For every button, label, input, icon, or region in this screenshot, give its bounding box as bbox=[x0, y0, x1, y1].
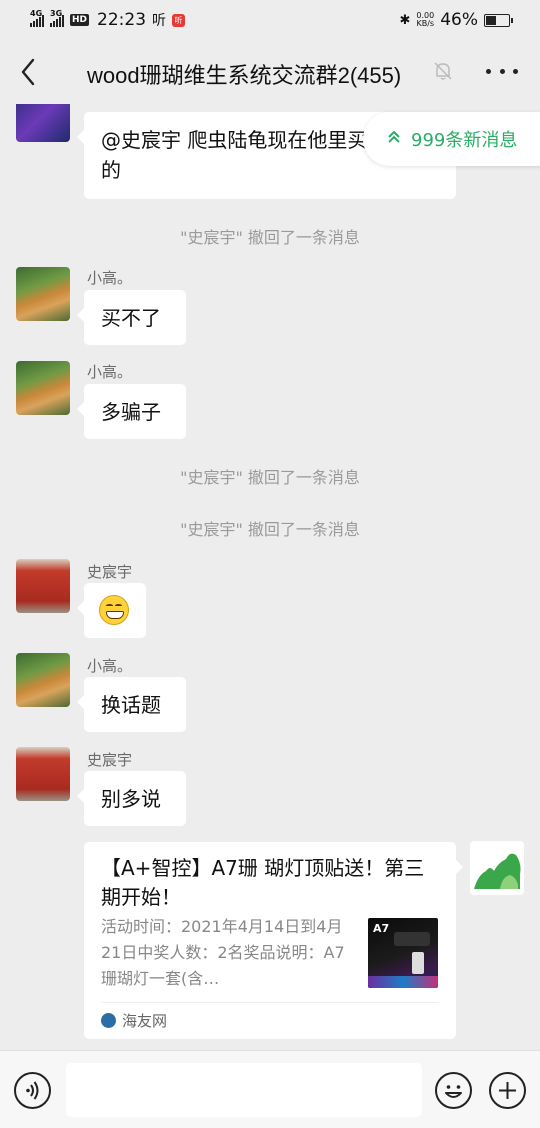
source-logo-icon bbox=[101, 1013, 116, 1028]
fish-tank-avatar[interactable] bbox=[16, 104, 70, 142]
sender-name: 小高。 bbox=[87, 657, 133, 675]
message-text: 别多说 bbox=[101, 787, 161, 811]
message-text: 换话题 bbox=[101, 693, 161, 717]
status-time: 22:23 bbox=[97, 10, 147, 30]
sender-name: 小高。 bbox=[87, 269, 133, 287]
chat-title: wood珊瑚维生系统交流群2(455) bbox=[87, 63, 402, 88]
bluetooth-icon: ✱ bbox=[399, 12, 411, 28]
back-arrow-icon[interactable] bbox=[14, 56, 42, 88]
double-chevron-up-icon bbox=[387, 130, 401, 148]
notification-badge-icon: 听 bbox=[172, 13, 186, 27]
message-bubble[interactable] bbox=[77, 583, 146, 638]
chat-header: wood珊瑚维生系统交流群2(455) bbox=[0, 40, 540, 104]
system-notice: "史宸宇" 撤回了一条消息 bbox=[180, 228, 360, 247]
message-bubble[interactable]: 换话题 bbox=[77, 677, 186, 732]
message-text: 买不了 bbox=[101, 306, 161, 330]
sender-name: 史宸宇 bbox=[87, 563, 133, 581]
app-notification-icon: 听 bbox=[152, 13, 167, 29]
card-description: 活动时间：2021年4月14日到4月21日中奖人数：2名奖品说明：A7珊瑚灯一套… bbox=[101, 917, 345, 988]
card-divider bbox=[101, 1002, 439, 1003]
cat-avatar[interactable] bbox=[16, 653, 70, 707]
status-bar: 4G 3G HD 22:23 听 听 ✱ 0.00 KB/s 46% bbox=[0, 0, 540, 40]
message-bubble[interactable]: 买不了 bbox=[77, 290, 186, 345]
grinning-face-icon bbox=[99, 595, 129, 625]
battery-icon bbox=[484, 13, 513, 27]
plus-icon[interactable] bbox=[489, 1072, 526, 1109]
input-bar bbox=[0, 1050, 540, 1128]
card-source: 海友网 bbox=[122, 1012, 168, 1030]
hd-badge-icon: HD bbox=[70, 14, 90, 26]
cat-avatar[interactable] bbox=[16, 361, 70, 415]
sender-name: 小高。 bbox=[87, 363, 133, 381]
voice-icon[interactable] bbox=[14, 1072, 51, 1109]
signal-3g-icon: 3G bbox=[50, 9, 64, 27]
message-input[interactable] bbox=[66, 1063, 422, 1117]
cat-avatar[interactable] bbox=[16, 267, 70, 321]
unread-count: 999条新消息 bbox=[411, 130, 518, 151]
red-door-avatar[interactable] bbox=[16, 747, 70, 801]
system-notice: "史宸宇" 撤回了一条消息 bbox=[180, 520, 360, 539]
card-title: 【A+智控】A7珊 瑚灯顶贴送！第三期开始！ bbox=[101, 856, 425, 909]
unread-messages-button[interactable]: 999条新消息 bbox=[363, 112, 540, 166]
green-silhouette-avatar[interactable] bbox=[470, 841, 524, 895]
sender-name: 史宸宇 bbox=[87, 751, 133, 769]
message-list[interactable]: @史宸宇 爬虫陆龟现在他里买的 "史宸宇" 撤回了一条消息 小高。 买不了 小高… bbox=[0, 104, 540, 1050]
message-bubble[interactable]: 别多说 bbox=[77, 771, 186, 826]
network-speed: 0.00 KB/s bbox=[416, 11, 435, 28]
more-dots-icon[interactable] bbox=[486, 60, 518, 82]
thumb-label: A7 bbox=[373, 922, 390, 935]
bell-muted-icon bbox=[432, 60, 454, 82]
system-notice: "史宸宇" 撤回了一条消息 bbox=[180, 468, 360, 487]
message-bubble[interactable]: 多骗子 bbox=[77, 384, 186, 439]
emoji-icon[interactable] bbox=[435, 1072, 472, 1109]
link-card[interactable]: 【A+智控】A7珊 瑚灯顶贴送！第三期开始！ 活动时间：2021年4月14日到4… bbox=[84, 842, 463, 1039]
battery-percent: 46% bbox=[440, 10, 478, 30]
card-thumbnail: A7 bbox=[368, 918, 438, 988]
red-door-avatar[interactable] bbox=[16, 559, 70, 613]
message-text: @史宸宇 爬虫陆龟现在他里买的 bbox=[101, 128, 368, 182]
signal-4g-icon: 4G bbox=[30, 9, 44, 27]
message-text: 多骗子 bbox=[101, 400, 161, 424]
